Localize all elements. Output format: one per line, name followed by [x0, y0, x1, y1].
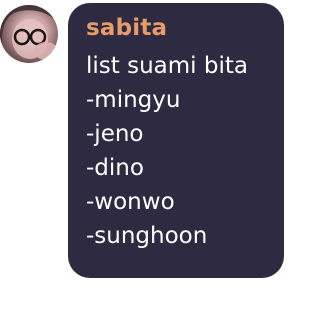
- message-line: list suami bita: [86, 53, 248, 79]
- message-line: -sunghoon: [86, 223, 208, 249]
- message-line: -mingyu: [86, 87, 181, 113]
- message-text: list suami bita -mingyu -jeno -dino -won…: [86, 49, 270, 253]
- profile-photo-icon: [0, 5, 58, 63]
- avatar[interactable]: [0, 5, 58, 63]
- message-line: -wonwo: [86, 189, 175, 215]
- sender-name[interactable]: sabita: [86, 13, 270, 43]
- message-line: -dino: [86, 155, 144, 181]
- message-bubble[interactable]: sabita list suami bita -mingyu -jeno -di…: [68, 3, 284, 278]
- message-line: -jeno: [86, 121, 144, 147]
